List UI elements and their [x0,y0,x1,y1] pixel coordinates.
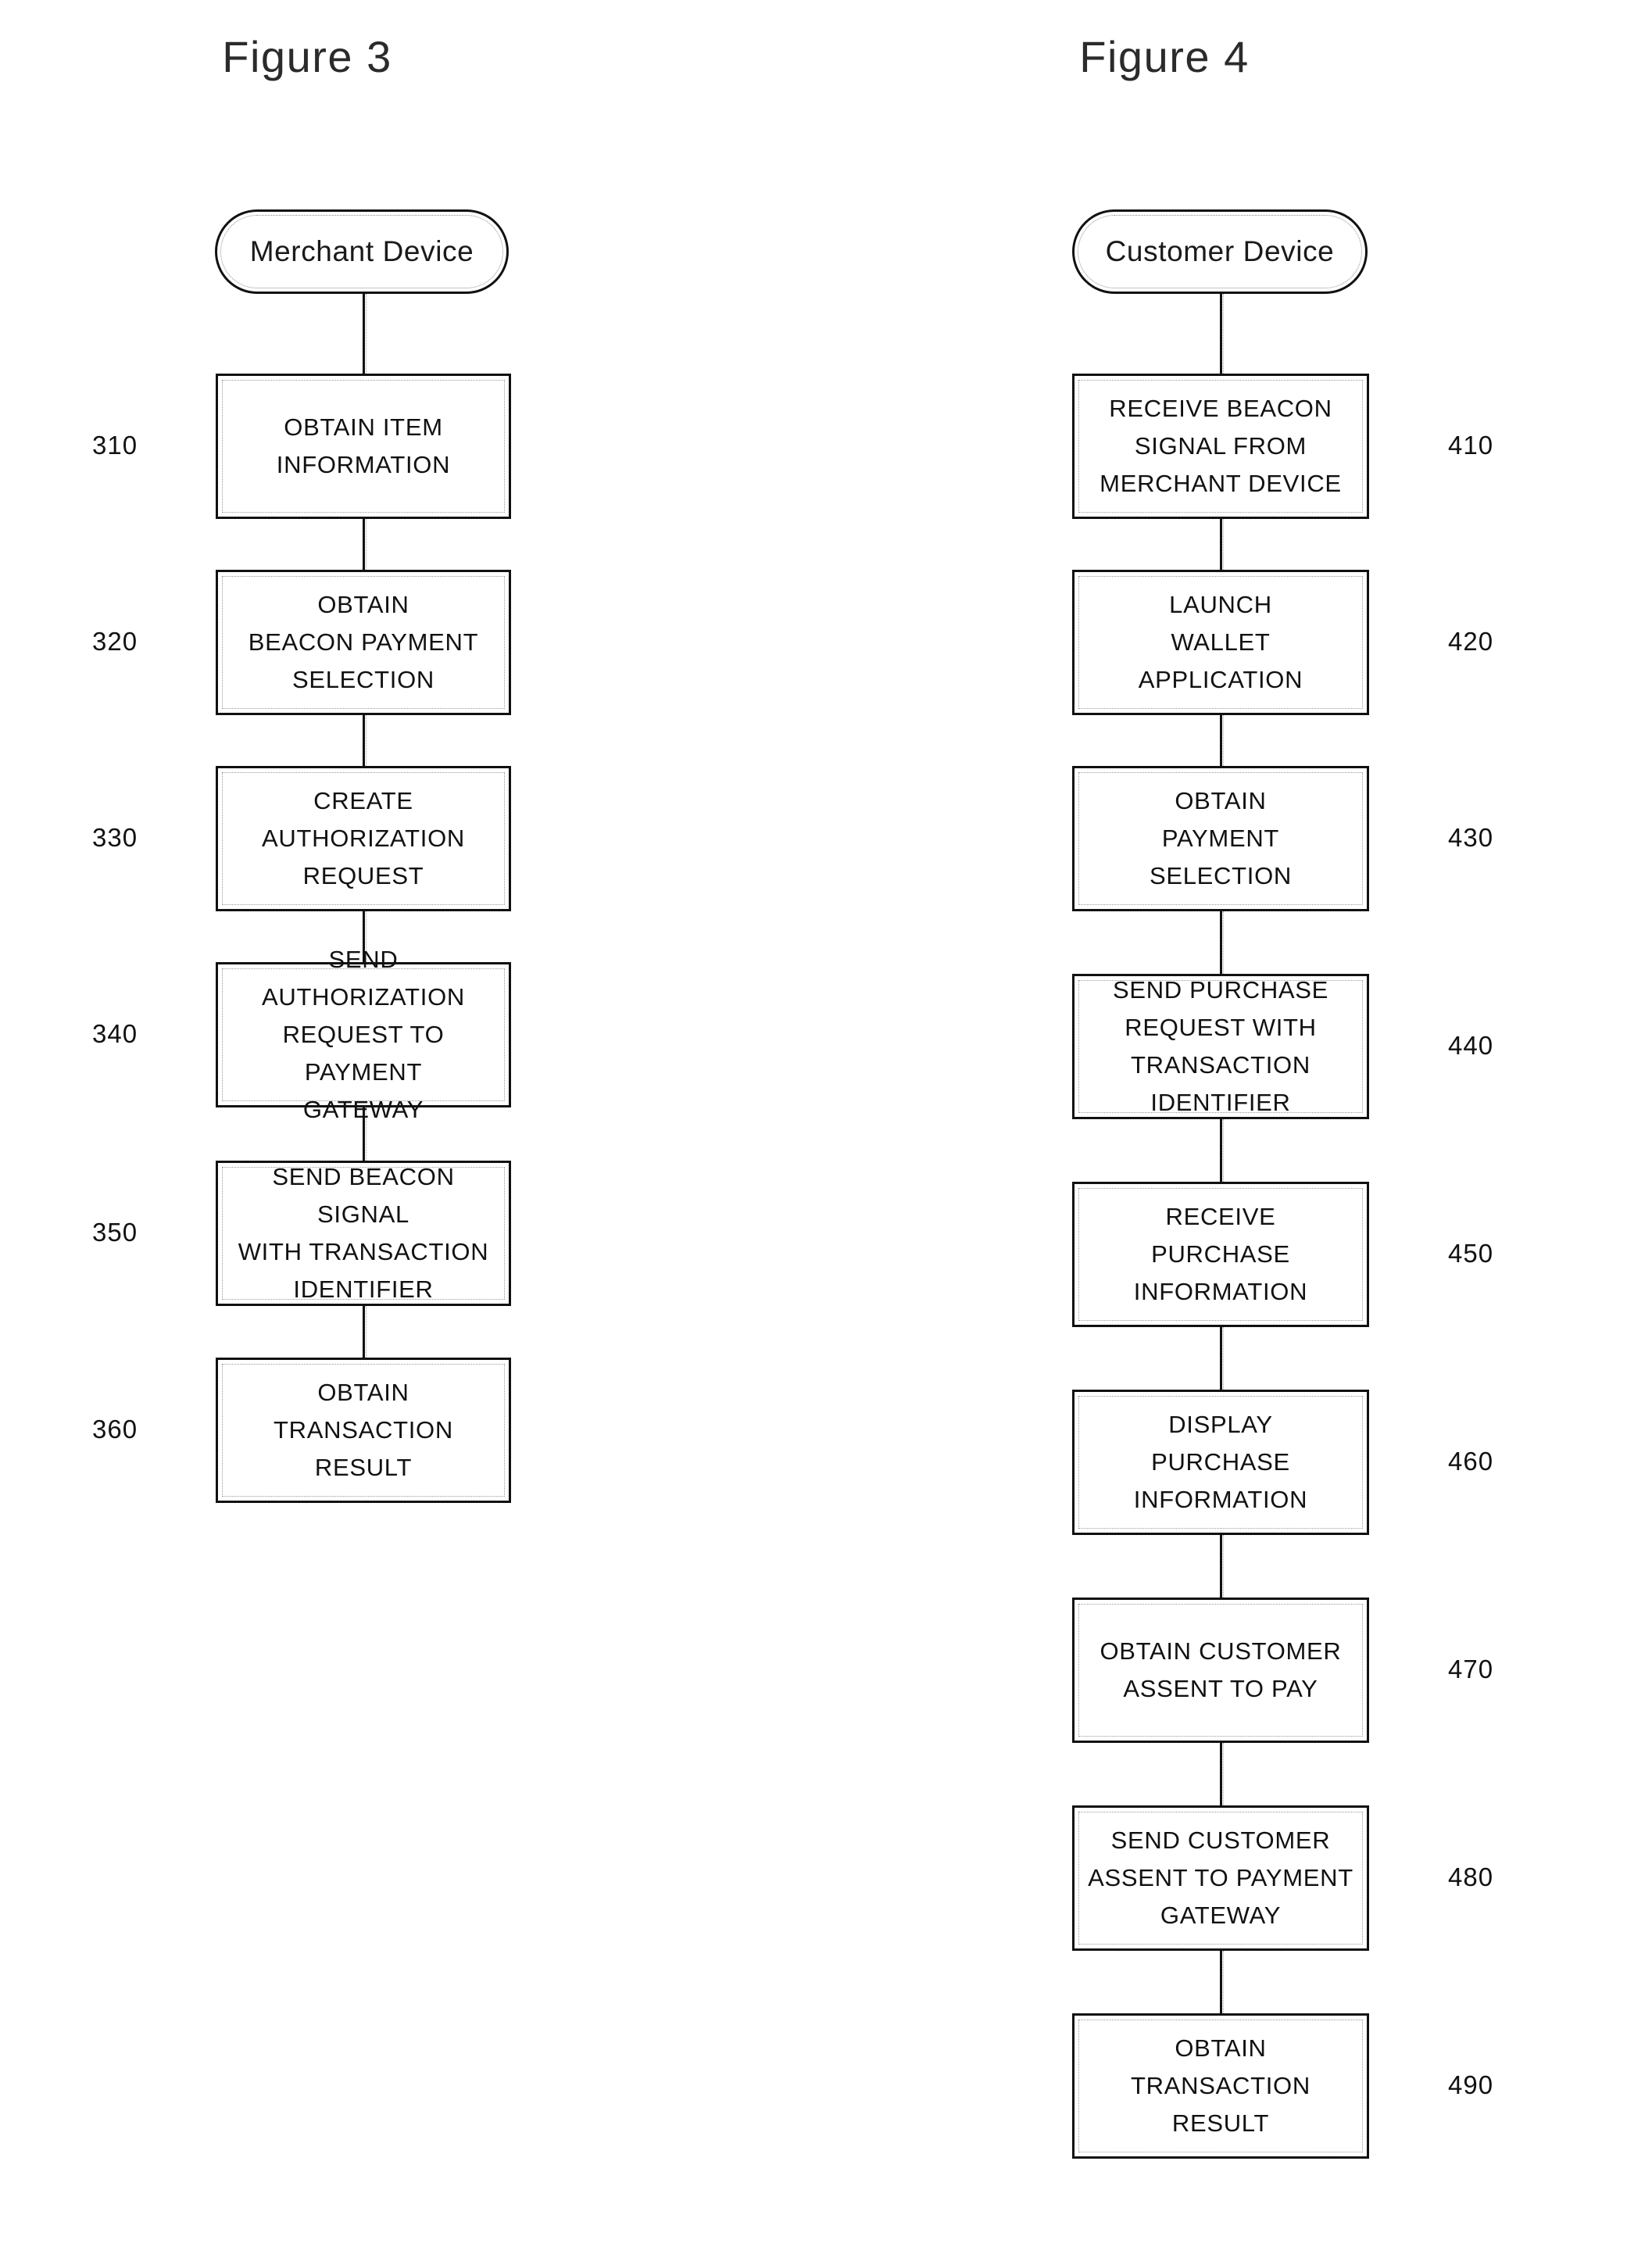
process-box-320: OBTAIN BEACON PAYMENT SELECTION [216,570,511,715]
reference-numeral-420: 420 [1448,627,1494,656]
reference-numeral-440: 440 [1448,1031,1494,1060]
process-box-label-410: RECEIVE BEACON SIGNAL FROM MERCHANT DEVI… [1100,394,1342,498]
process-box-label-420: LAUNCH WALLET APPLICATION [1138,590,1303,694]
connector-step-420-to-step-430 [1220,715,1224,766]
reference-numeral-340: 340 [92,1019,138,1048]
process-box-340: SEND AUTHORIZATION REQUEST TO PAYMENT GA… [216,946,511,1123]
process-box-330: CREATE AUTHORIZATION REQUEST [216,766,511,911]
terminator-figure-4: Customer Device [1072,209,1368,294]
connector-step-310-to-step-320 [363,519,367,570]
reference-numeral-460: 460 [1448,1447,1494,1476]
process-box-440: SEND PURCHASE REQUEST WITH TRANSACTION I… [1072,974,1369,1119]
reference-numeral-480: 480 [1448,1862,1494,1891]
process-box-label-430: OBTAIN PAYMENT SELECTION [1149,786,1292,890]
process-box-310: OBTAIN ITEM INFORMATION [216,374,511,519]
connector-terminator-to-step-1 [363,294,367,374]
connector-step-470-to-step-480 [1220,1743,1224,1805]
reference-numeral-350: 350 [92,1218,138,1247]
process-box-450: RECEIVE PURCHASE INFORMATION [1072,1182,1369,1327]
connector-step-450-to-step-460 [1220,1327,1224,1390]
process-box-label-320: OBTAIN BEACON PAYMENT SELECTION [248,590,479,694]
process-box-470: OBTAIN CUSTOMER ASSENT TO PAY [1072,1598,1369,1743]
process-box-label-310: OBTAIN ITEM INFORMATION [276,413,451,478]
process-box-label-480: SEND CUSTOMER ASSENT TO PAYMENT GATEWAY [1088,1826,1353,1930]
reference-numeral-310: 310 [92,431,138,460]
process-box-420: LAUNCH WALLET APPLICATION [1072,570,1369,715]
process-box-410: RECEIVE BEACON SIGNAL FROM MERCHANT DEVI… [1072,374,1369,519]
patent-figure-sheet: Figure 3 Merchant Device OBTAIN ITEM INFOR… [0,0,1652,2247]
process-box-360: OBTAIN TRANSACTION RESULT [216,1358,511,1503]
process-box-label-340: SEND AUTHORIZATION REQUEST TO PAYMENT GA… [262,945,465,1124]
process-box-label-360: OBTAIN TRANSACTION RESULT [274,1378,453,1482]
connector-step-440-to-step-450 [1220,1119,1224,1182]
reference-numeral-470: 470 [1448,1655,1494,1683]
reference-numeral-450: 450 [1448,1239,1494,1268]
connector-step-410-to-step-420 [1220,519,1224,570]
reference-numeral-410: 410 [1448,431,1494,460]
process-box-490: OBTAIN TRANSACTION RESULT [1072,2013,1369,2159]
process-box-label-330: CREATE AUTHORIZATION REQUEST [262,786,465,890]
process-box-label-440: SEND PURCHASE REQUEST WITH TRANSACTION I… [1112,975,1329,1117]
connector-step-430-to-step-440 [1220,911,1224,974]
process-box-label-450: RECEIVE PURCHASE INFORMATION [1133,1202,1308,1306]
process-box-430: OBTAIN PAYMENT SELECTION [1072,766,1369,911]
terminator-label: Merchant Device [249,235,474,267]
figure-caption-2: Figure 4 [1079,32,1250,81]
connector-step-320-to-step-330 [363,715,367,766]
connector-terminator-to-step-1 [1220,294,1224,374]
connector-step-460-to-step-470 [1220,1535,1224,1598]
process-box-label-460: DISPLAY PURCHASE INFORMATION [1133,1410,1308,1514]
reference-numeral-490: 490 [1448,2070,1494,2099]
process-box-label-470: OBTAIN CUSTOMER ASSENT TO PAY [1100,1637,1342,1702]
reference-numeral-320: 320 [92,627,138,656]
terminator-label: Customer Device [1105,235,1335,267]
connector-step-350-to-step-360 [363,1306,367,1358]
process-box-460: DISPLAY PURCHASE INFORMATION [1072,1390,1369,1535]
reference-numeral-430: 430 [1448,823,1494,852]
process-box-label-350: SEND BEACON SIGNAL WITH TRANSACTION IDEN… [238,1162,489,1304]
terminator-figure-3: Merchant Device [215,209,509,294]
process-box-label-490: OBTAIN TRANSACTION RESULT [1131,2034,1311,2138]
reference-numeral-360: 360 [92,1415,138,1444]
process-box-350: SEND BEACON SIGNAL WITH TRANSACTION IDEN… [216,1161,511,1306]
process-box-480: SEND CUSTOMER ASSENT TO PAYMENT GATEWAY [1072,1805,1369,1951]
connector-step-480-to-step-490 [1220,1951,1224,2013]
figure-caption-1: Figure 3 [222,32,392,81]
reference-numeral-330: 330 [92,823,138,852]
